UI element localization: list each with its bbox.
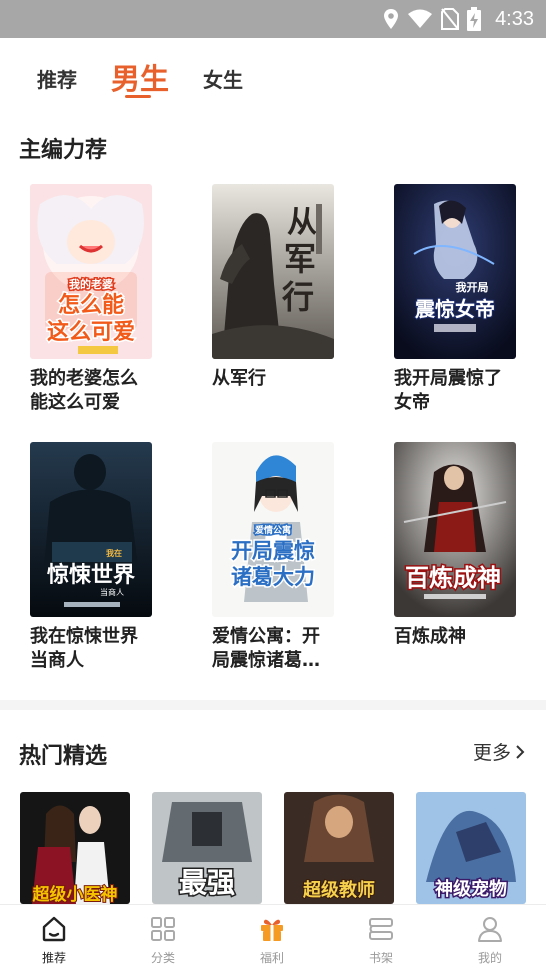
nav-item-mine[interactable]: 我的 — [450, 905, 530, 972]
nav-label: 推荐 — [41, 951, 66, 965]
status-time: 4:33 — [495, 7, 534, 30]
cover-text: 从 — [287, 205, 317, 240]
book-title[interactable]: 我的老婆怎么能这么可爱 — [30, 367, 148, 415]
book-cover[interactable]: 从 军 行 — [212, 184, 334, 359]
cover-text: 军 — [284, 240, 316, 278]
nav-label: 福利 — [259, 951, 284, 965]
cover-text: 最强 — [179, 866, 235, 899]
location-icon — [384, 9, 399, 29]
section-title-editor-picks: 主编力荐 — [19, 138, 108, 163]
hot-book-cover[interactable]: 神级宠物 — [416, 792, 526, 904]
nav-label: 分类 — [150, 951, 175, 965]
book-cover[interactable]: 百炼成神 — [394, 442, 516, 617]
book-cover[interactable]: 爱情公寓 开局震惊 诸葛大力 — [212, 442, 334, 617]
cover-text: 开局震惊 — [231, 539, 315, 563]
tab-male[interactable]: 男生 — [111, 56, 169, 98]
nav-label: 书架 — [368, 951, 393, 965]
cover-text: 当商人 — [100, 587, 124, 597]
hot-book-cover[interactable]: 超级小医神 — [20, 792, 130, 904]
nav-item-bookshelf[interactable]: 书架 — [341, 905, 421, 972]
no-sim-icon — [441, 8, 460, 30]
cover-text: 我的老婆 — [69, 277, 113, 291]
chevron-right-icon — [516, 744, 525, 759]
tab-recommend[interactable]: 推荐 — [37, 64, 77, 93]
book-card[interactable]: 我的老婆 怎么能 这么可爱 我的老婆怎么能这么可爱 — [30, 184, 180, 415]
book-cover[interactable]: 我开局 震惊女帝 — [394, 184, 516, 359]
book-card[interactable]: 爱情公寓 开局震惊 诸葛大力 爱情公寓：开局震惊诸葛大力 — [212, 442, 362, 673]
bottom-nav: 推荐 分类 福利 书架 我的 — [0, 904, 546, 972]
cover-text: 怎么能 — [58, 292, 124, 318]
book-title[interactable]: 我开局震惊了女帝 — [394, 367, 512, 415]
more-link[interactable]: 更多 — [473, 738, 525, 765]
cover-text: 爱情公寓 — [255, 524, 291, 536]
gift-icon — [261, 919, 283, 941]
battery-charging-icon — [467, 7, 482, 31]
cover-text: 这么可爱 — [47, 319, 135, 345]
nav-item-recommend[interactable]: 推荐 — [14, 905, 94, 972]
book-title[interactable]: 从军行 — [212, 367, 330, 391]
book-card[interactable]: 我在 惊悚世界 当商人 我在惊悚世界当商人 — [30, 442, 180, 673]
cover-text: 我开局 — [456, 280, 489, 294]
hot-book-cover[interactable]: 最强 — [152, 792, 262, 904]
book-cover[interactable]: 我的老婆 怎么能 这么可爱 — [30, 184, 152, 359]
cover-text: 超级小医神 — [33, 884, 118, 904]
section-divider — [0, 700, 546, 710]
user-icon — [478, 917, 502, 942]
book-title[interactable]: 我在惊悚世界当商人 — [30, 625, 148, 673]
cover-text: 百炼成神 — [405, 563, 501, 592]
nav-item-welfare[interactable]: 福利 — [232, 905, 312, 972]
book-card[interactable]: 我开局 震惊女帝 我开局震惊了女帝 — [394, 184, 544, 415]
nav-item-category[interactable]: 分类 — [123, 905, 203, 972]
wifi-icon — [408, 9, 433, 28]
active-tab-indicator — [125, 95, 151, 98]
status-icons: 4:33 — [383, 6, 534, 32]
book-card[interactable]: 从 军 行 从军行 — [212, 184, 362, 391]
book-title[interactable]: 百炼成神 — [394, 625, 512, 649]
category-tabs: 推荐 男生 女生 — [0, 38, 546, 108]
cover-text: 超级教师 — [303, 879, 375, 901]
cover-text: 诸葛大力 — [231, 565, 315, 589]
hot-book-cover[interactable]: 超级教师 — [284, 792, 394, 904]
book-title[interactable]: 爱情公寓：开局震惊诸葛大力 — [212, 625, 330, 673]
nav-label: 我的 — [477, 951, 502, 965]
section-title-hot-picks: 热门精选 — [19, 744, 108, 769]
grid-icon — [151, 917, 175, 941]
book-cover[interactable]: 我在 惊悚世界 当商人 — [30, 442, 152, 617]
cover-text: 神级宠物 — [435, 878, 507, 900]
tab-female[interactable]: 女生 — [203, 64, 243, 93]
cover-text: 震惊女帝 — [415, 297, 495, 321]
cover-text: 我在 — [106, 548, 122, 558]
cover-text: 惊悚世界 — [47, 562, 135, 588]
home-icon — [42, 916, 66, 942]
book-card[interactable]: 百炼成神 百炼成神 — [394, 442, 544, 649]
bookshelf-icon — [369, 918, 393, 940]
more-label: 更多 — [473, 742, 512, 764]
status-bar: 4:33 — [0, 0, 546, 38]
cover-text: 行 — [282, 278, 314, 316]
